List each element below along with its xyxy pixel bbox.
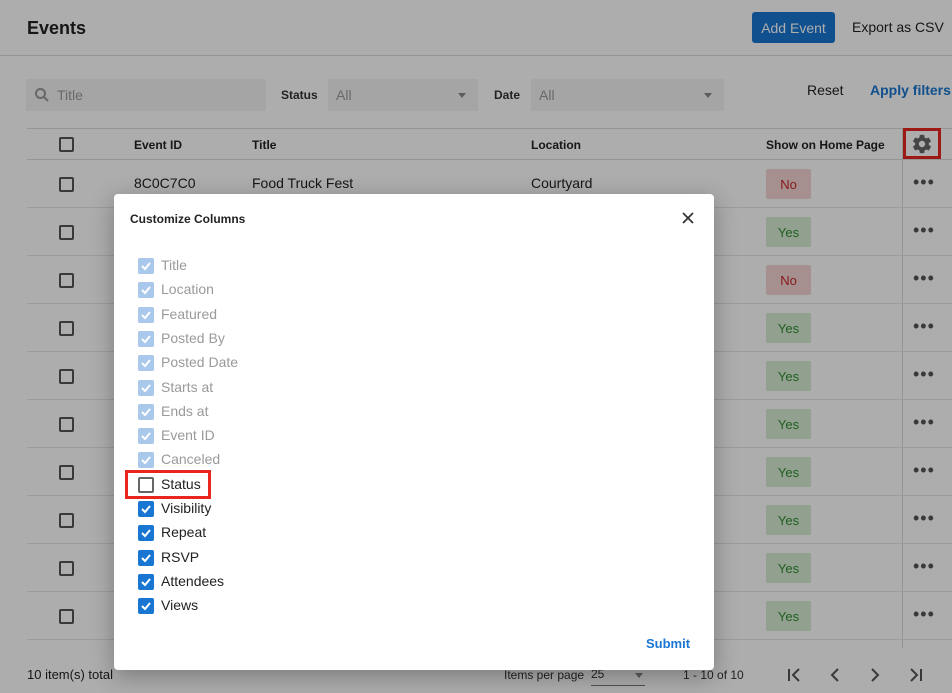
column-option-checkbox [138,355,154,372]
column-option-label: Visibility [161,500,212,516]
column-option-checkbox[interactable] [138,501,154,517]
column-option-label: Posted Date [161,354,239,371]
column-option-label: Ends at [161,402,209,419]
dialog-title: Customize Columns [130,212,246,226]
column-option-checkbox [138,379,154,396]
column-option-label: Featured [161,305,218,322]
column-option-label: Attendees [161,572,225,589]
column-option-label: Canceled [161,451,221,468]
column-option-checkbox[interactable] [138,598,154,615]
close-icon[interactable] [680,210,696,226]
column-option-label: Starts at [161,378,214,395]
column-option-checkbox [138,330,154,347]
column-option-checkbox [138,428,154,445]
column-option-checkbox [138,282,154,299]
column-option-checkbox[interactable] [138,525,154,542]
submit-button[interactable]: Submit [646,636,690,651]
column-option-checkbox [138,258,154,274]
column-option-label: RSVP [161,548,200,565]
column-option-checkbox [138,306,154,323]
column-option-label: Location [161,281,214,298]
status-option-highlight [125,470,211,499]
column-option-label: Posted By [161,329,225,346]
column-option-label: Event ID [161,427,215,444]
column-option-label: Title [161,257,187,273]
column-option-checkbox [138,403,154,420]
column-option-checkbox[interactable] [138,573,154,590]
column-option-label: Views [161,597,199,614]
column-option-checkbox[interactable] [138,549,154,566]
column-option-label: Repeat [161,524,207,541]
events-page: Events Add Event Export as CSV Title Sta… [0,0,952,693]
column-option-checkbox [138,452,154,469]
customize-columns-dialog: Customize Columns Title Location Featured P… [114,194,714,670]
